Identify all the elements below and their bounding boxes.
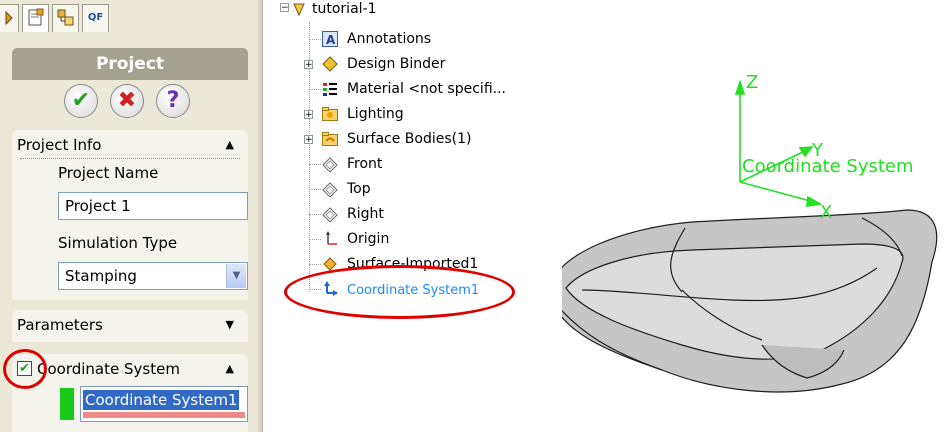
parameters-group: Parameters ▼ <box>12 310 248 342</box>
graphics-viewport[interactable]: Z Y X Coordinate System <box>562 0 948 432</box>
project-info-group: Project Info ▲ Project Name Project 1 Si… <box>12 130 248 300</box>
surface-bodies-folder-icon <box>322 132 338 146</box>
tree-item-material[interactable]: Material <not specifi... <box>347 81 506 97</box>
configuration-manager-tab[interactable] <box>52 4 79 32</box>
feature-manager-icon <box>5 10 13 26</box>
tree-item-origin[interactable]: Origin <box>347 231 389 247</box>
collapse-arrow-icon[interactable]: ▲ <box>226 362 234 375</box>
tree-item-annotations[interactable]: Annotations <box>347 31 431 47</box>
close-icon: ✖ <box>117 88 137 113</box>
x-axis-label: X <box>820 202 833 223</box>
viewport-canvas <box>562 79 938 393</box>
origin-icon <box>326 231 337 245</box>
expand-icon[interactable]: + <box>304 110 313 120</box>
part-model <box>562 209 938 393</box>
divider <box>20 158 240 159</box>
coordinate-system-title: Coordinate System <box>37 360 180 378</box>
material-icon <box>323 83 337 96</box>
project-info-header[interactable]: Project Info ▲ <box>12 130 248 160</box>
annotations-icon: A <box>322 31 338 47</box>
collapse-arrow-icon[interactable]: ▲ <box>226 138 234 151</box>
tree-item-top[interactable]: Top <box>347 181 371 197</box>
simulation-type-label: Simulation Type <box>58 234 178 252</box>
simulation-type-select[interactable]: Stamping ▼ <box>58 262 248 290</box>
configuration-manager-icon <box>57 9 74 26</box>
panel-title: Project <box>12 48 248 80</box>
tree-item-right[interactable]: Right <box>347 206 384 222</box>
parameters-title: Parameters <box>17 316 103 334</box>
expand-arrow-icon[interactable]: ▼ <box>226 318 234 331</box>
feature-manager-tab[interactable] <box>0 4 19 32</box>
panel-tab-bar: QF <box>0 0 262 36</box>
part-icon <box>293 3 305 17</box>
coordinate-system-header[interactable]: ✔ Coordinate System ▲ <box>12 354 248 384</box>
checkmark-icon: ✔ <box>71 88 91 113</box>
tree-item-surface-bodies[interactable]: Surface Bodies(1) <box>347 131 471 147</box>
coordinate-system-group: ✔ Coordinate System ▲ Coordinate System1 <box>12 354 248 432</box>
coordinate-system-selection-box[interactable]: Coordinate System1 <box>80 386 248 422</box>
project-info-title: Project Info <box>17 136 102 154</box>
tree-line <box>309 89 321 90</box>
property-manager-panel: QF Project ✔ ✖ ? Project Info ▲ Project … <box>0 0 263 432</box>
tree-root[interactable]: tutorial-1 <box>312 1 377 17</box>
parameters-header[interactable]: Parameters ▼ <box>12 310 248 340</box>
tree-line <box>309 189 321 190</box>
svg-text:A: A <box>326 33 336 47</box>
tree-item-front[interactable]: Front <box>347 156 382 172</box>
selection-color-swatch <box>60 388 74 420</box>
tree-line <box>309 264 321 265</box>
simulation-type-value: Stamping <box>65 267 137 285</box>
tree-item-design-binder[interactable]: Design Binder <box>347 56 445 72</box>
plane-icon <box>322 207 338 222</box>
tree-item-lighting[interactable]: Lighting <box>347 106 404 122</box>
project-name-label: Project Name <box>58 164 159 182</box>
action-buttons: ✔ ✖ ? <box>12 84 248 124</box>
feature-tree: − tutorial-1 A Annotations + Design Bind… <box>262 0 562 432</box>
property-manager-tab[interactable] <box>22 4 49 32</box>
expand-icon[interactable]: + <box>304 135 313 145</box>
help-icon: ? <box>166 88 180 113</box>
selection-underline <box>83 412 245 418</box>
z-axis-label: Z <box>746 72 759 93</box>
coordinate-system-name-label: Coordinate System <box>742 156 914 177</box>
lighting-folder-icon <box>322 107 338 121</box>
design-binder-icon <box>322 56 338 72</box>
selected-item[interactable]: Coordinate System1 <box>83 390 240 410</box>
tree-line <box>309 214 321 215</box>
property-manager-icon <box>28 8 44 26</box>
cancel-button[interactable]: ✖ <box>110 84 144 118</box>
highlight-oval-tree-item <box>284 265 515 319</box>
highlight-oval-checkbox <box>3 349 47 389</box>
collapse-icon[interactable]: − <box>280 3 289 13</box>
tree-line <box>309 164 321 165</box>
plane-icon <box>322 157 338 172</box>
ok-button[interactable]: ✔ <box>64 84 98 118</box>
expand-icon[interactable]: + <box>304 60 313 70</box>
chevron-down-icon[interactable]: ▼ <box>226 264 246 288</box>
qf-tab[interactable]: QF <box>82 4 109 32</box>
tree-line <box>309 39 321 40</box>
plane-icon <box>322 182 338 197</box>
tree-line <box>309 239 321 240</box>
help-button[interactable]: ? <box>156 84 190 118</box>
project-name-field[interactable]: Project 1 <box>58 192 248 220</box>
coordinate-system-triad <box>734 79 823 207</box>
